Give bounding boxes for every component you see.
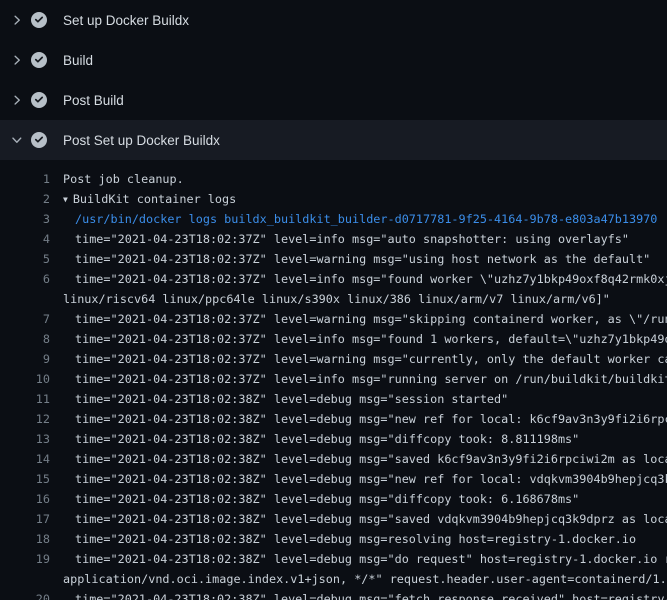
log-line: 2 ▼BuildKit container logs <box>0 189 667 209</box>
step-section-header-1[interactable]: Set up Docker Buildx <box>0 0 667 40</box>
log-line-number[interactable]: 7 <box>0 309 50 329</box>
log-line-number[interactable]: 14 <box>0 449 50 469</box>
log-line-text: time="2021-04-23T18:02:38Z" level=debug … <box>75 409 667 429</box>
log-line-number[interactable]: 8 <box>0 329 50 349</box>
log-line: linux/riscv64 linux/ppc64le linux/s390x … <box>0 289 667 309</box>
step-title: Post Build <box>63 93 124 108</box>
log-line-text: linux/riscv64 linux/ppc64le linux/s390x … <box>63 289 610 309</box>
chevron-down-icon <box>11 134 23 146</box>
log-line: 20 time="2021-04-23T18:02:38Z" level=deb… <box>0 589 667 600</box>
log-line-text: time="2021-04-23T18:02:37Z" level=info m… <box>75 369 667 389</box>
log-line-text: time="2021-04-23T18:02:38Z" level=debug … <box>75 509 667 529</box>
step-title: Build <box>63 53 93 68</box>
log-line: 17 time="2021-04-23T18:02:38Z" level=deb… <box>0 509 667 529</box>
log-line-number[interactable]: 6 <box>0 269 50 289</box>
log-line-text: application/vnd.oci.image.index.v1+json,… <box>63 569 667 589</box>
log-line-number[interactable]: 13 <box>0 429 50 449</box>
step-sections-list: Set up Docker Buildx Build P <box>0 0 667 160</box>
log-line-number[interactable]: 15 <box>0 469 50 489</box>
log-line-number[interactable]: 12 <box>0 409 50 429</box>
check-circle-icon <box>31 12 47 28</box>
log-line: 3 /usr/bin/docker logs buildx_buildkit_b… <box>0 209 667 229</box>
check-circle-icon <box>31 132 47 148</box>
log-line-text: time="2021-04-23T18:02:38Z" level=debug … <box>75 389 508 409</box>
log-line: 4 time="2021-04-23T18:02:37Z" level=info… <box>0 229 667 249</box>
log-line-text: time="2021-04-23T18:02:38Z" level=debug … <box>75 589 667 600</box>
log-line: 13 time="2021-04-23T18:02:38Z" level=deb… <box>0 429 667 449</box>
step-section-header-4[interactable]: Post Set up Docker Buildx <box>0 120 667 160</box>
log-line-text: time="2021-04-23T18:02:38Z" level=debug … <box>75 429 579 449</box>
check-circle-icon <box>31 52 47 68</box>
log-line: 12 time="2021-04-23T18:02:38Z" level=deb… <box>0 409 667 429</box>
log-output: 1 Post job cleanup. 2 ▼BuildKit containe… <box>0 160 667 600</box>
log-line-text: time="2021-04-23T18:02:38Z" level=debug … <box>75 449 667 469</box>
log-line-text: time="2021-04-23T18:02:37Z" level=warnin… <box>75 349 667 369</box>
log-line-text: time="2021-04-23T18:02:38Z" level=debug … <box>75 549 667 569</box>
log-line-text: Post job cleanup. <box>63 169 184 189</box>
log-line-text: time="2021-04-23T18:02:38Z" level=debug … <box>75 469 667 489</box>
log-line-number[interactable]: 11 <box>0 389 50 409</box>
log-line-number[interactable]: 20 <box>0 589 50 600</box>
log-line-number[interactable] <box>0 569 50 589</box>
log-line-text: time="2021-04-23T18:02:38Z" level=debug … <box>75 489 579 509</box>
log-line-number[interactable]: 5 <box>0 249 50 269</box>
chevron-right-icon <box>11 54 23 66</box>
log-line-text: time="2021-04-23T18:02:37Z" level=info m… <box>75 329 667 349</box>
check-circle-icon <box>31 92 47 108</box>
log-line: 11 time="2021-04-23T18:02:38Z" level=deb… <box>0 389 667 409</box>
log-line-number[interactable]: 10 <box>0 369 50 389</box>
log-line: application/vnd.oci.image.index.v1+json,… <box>0 569 667 589</box>
log-line-number[interactable]: 19 <box>0 549 50 569</box>
group-collapse-toggle-icon[interactable]: ▼ <box>63 190 68 209</box>
log-line: 16 time="2021-04-23T18:02:38Z" level=deb… <box>0 489 667 509</box>
log-line-number[interactable]: 1 <box>0 169 50 189</box>
chevron-right-icon <box>11 14 23 26</box>
log-line-number[interactable]: 9 <box>0 349 50 369</box>
log-line: 14 time="2021-04-23T18:02:38Z" level=deb… <box>0 449 667 469</box>
step-title: Post Set up Docker Buildx <box>63 133 220 148</box>
log-group-header[interactable]: ▼BuildKit container logs <box>63 189 236 209</box>
log-line-text: time="2021-04-23T18:02:37Z" level=info m… <box>75 229 629 249</box>
log-line-number[interactable]: 3 <box>0 209 50 229</box>
log-line: 10 time="2021-04-23T18:02:37Z" level=inf… <box>0 369 667 389</box>
actions-log-viewer: Set up Docker Buildx Build P <box>0 0 667 600</box>
log-line: 6 time="2021-04-23T18:02:37Z" level=info… <box>0 269 667 289</box>
step-section-header-2[interactable]: Build <box>0 40 667 80</box>
log-line: 8 time="2021-04-23T18:02:37Z" level=info… <box>0 329 667 349</box>
log-line-text: time="2021-04-23T18:02:38Z" level=debug … <box>75 529 636 549</box>
log-line-text: time="2021-04-23T18:02:37Z" level=warnin… <box>75 309 667 329</box>
log-line: 9 time="2021-04-23T18:02:37Z" level=warn… <box>0 349 667 369</box>
log-command-text: /usr/bin/docker logs buildx_buildkit_bui… <box>75 209 657 229</box>
log-line: 15 time="2021-04-23T18:02:38Z" level=deb… <box>0 469 667 489</box>
log-line-number[interactable]: 17 <box>0 509 50 529</box>
log-line-text: time="2021-04-23T18:02:37Z" level=warnin… <box>75 249 650 269</box>
log-line: 18 time="2021-04-23T18:02:38Z" level=deb… <box>0 529 667 549</box>
log-line-number[interactable]: 16 <box>0 489 50 509</box>
log-line-text: time="2021-04-23T18:02:37Z" level=info m… <box>75 269 667 289</box>
log-line: 5 time="2021-04-23T18:02:37Z" level=warn… <box>0 249 667 269</box>
step-section-header-3[interactable]: Post Build <box>0 80 667 120</box>
log-line-number[interactable]: 4 <box>0 229 50 249</box>
log-line: 1 Post job cleanup. <box>0 169 667 189</box>
log-line-number[interactable] <box>0 289 50 309</box>
chevron-right-icon <box>11 94 23 106</box>
log-line-number[interactable]: 2 <box>0 189 50 209</box>
step-title: Set up Docker Buildx <box>63 13 189 28</box>
log-line-number[interactable]: 18 <box>0 529 50 549</box>
log-line: 19 time="2021-04-23T18:02:38Z" level=deb… <box>0 549 667 569</box>
log-line: 7 time="2021-04-23T18:02:37Z" level=warn… <box>0 309 667 329</box>
